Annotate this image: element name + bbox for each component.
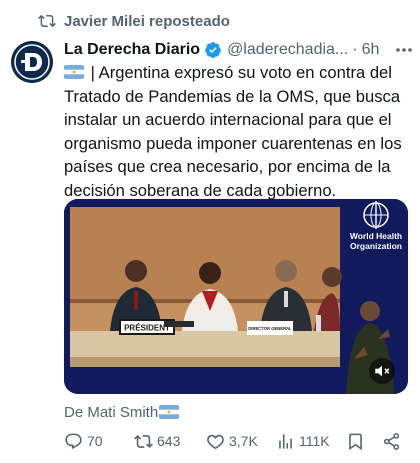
bookmark-button[interactable] bbox=[346, 429, 369, 453]
argentina-flag-icon bbox=[159, 405, 180, 419]
repost-icon bbox=[38, 14, 56, 28]
placard-director-general: DIRECTOR GENERAL bbox=[248, 326, 292, 331]
separator-dot: · bbox=[352, 41, 358, 58]
profile-logo bbox=[11, 41, 53, 83]
credit-text: De Mati Smith bbox=[64, 403, 159, 421]
views-button[interactable]: 111K bbox=[276, 429, 330, 453]
views-count: 111K bbox=[299, 433, 330, 449]
reply-count: 70 bbox=[87, 433, 103, 449]
verified-badge-icon bbox=[205, 42, 221, 58]
share-icon bbox=[383, 432, 400, 450]
who-label-line1: World Health bbox=[350, 231, 402, 241]
user-handle[interactable]: @laderechadia... bbox=[227, 41, 348, 59]
tweet-header: La Derecha Diario @laderechadia... · 6h bbox=[64, 39, 416, 61]
repost-count: 643 bbox=[157, 433, 181, 449]
repost-button[interactable]: 643 bbox=[134, 429, 180, 453]
placard-president: PRÉSIDENT bbox=[124, 324, 170, 333]
bookmark-icon bbox=[349, 433, 362, 450]
mute-icon[interactable] bbox=[373, 362, 391, 380]
video-frame: PRÉSIDENT DIRECTOR GENERAL World Health … bbox=[64, 199, 408, 394]
more-options-icon[interactable] bbox=[394, 39, 414, 61]
argentina-flag-icon bbox=[64, 65, 84, 79]
like-button[interactable]: 3,7K bbox=[206, 429, 258, 453]
repost-icon bbox=[134, 434, 153, 448]
video-player[interactable]: PRÉSIDENT DIRECTOR GENERAL World Health … bbox=[64, 199, 408, 394]
heart-icon bbox=[207, 434, 224, 449]
views-chart-icon bbox=[279, 433, 292, 449]
tweet-body: | Argentina expresó su voto en contra de… bbox=[64, 61, 416, 202]
action-bar: 70 643 3,7K 111K bbox=[64, 429, 416, 453]
reply-icon bbox=[65, 433, 82, 449]
who-label-line2: Organization bbox=[350, 241, 402, 251]
repost-label: Javier Milei reposteado bbox=[64, 12, 230, 30]
tweet-text: | Argentina expresó su voto en contra de… bbox=[64, 63, 402, 200]
repost-indicator[interactable]: Javier Milei reposteado bbox=[38, 11, 230, 31]
like-count: 3,7K bbox=[229, 433, 258, 449]
reply-button[interactable]: 70 bbox=[64, 429, 103, 453]
media-credit[interactable]: De Mati Smith bbox=[64, 402, 181, 422]
display-name[interactable]: La Derecha Diario bbox=[64, 41, 200, 59]
timestamp[interactable]: 6h bbox=[362, 41, 380, 59]
avatar[interactable] bbox=[11, 41, 53, 83]
share-button[interactable] bbox=[382, 429, 405, 453]
